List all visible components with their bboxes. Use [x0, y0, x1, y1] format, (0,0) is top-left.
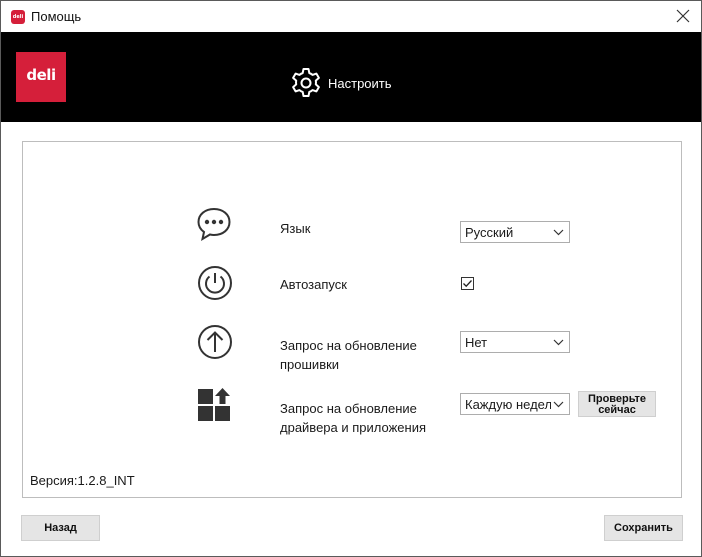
close-button[interactable] [673, 5, 693, 27]
window-title: Помощь [31, 9, 82, 24]
firmware-select-value: Нет [465, 335, 488, 350]
autostart-label: Автозапуск [280, 277, 347, 292]
close-icon [676, 9, 690, 23]
chevron-down-icon [553, 339, 564, 346]
nav-settings-label: Настроить [328, 75, 392, 91]
firmware-label-line1: Запрос на обновление [280, 338, 417, 353]
autostart-checkbox[interactable] [461, 277, 474, 290]
check-now-line2: сейчас [598, 404, 636, 416]
language-select[interactable]: Русский [460, 221, 570, 243]
chevron-down-icon [553, 401, 564, 408]
language-label: Язык [280, 221, 311, 236]
driver-label-line1: Запрос на обновление [280, 401, 417, 416]
language-select-value: Русский [465, 225, 514, 240]
brand-logo-text: deli [26, 66, 56, 84]
firmware-select[interactable]: Нет [460, 331, 570, 353]
firmware-label-line2: прошивки [280, 357, 340, 372]
brand-logo: deli [16, 52, 66, 102]
firmware-label: Запрос на обновление прошивки [280, 336, 417, 374]
header-bar: deli Настроить [1, 32, 701, 122]
nav-settings[interactable]: Настроить [290, 67, 392, 99]
driver-label: Запрос на обновление драйвера и приложен… [280, 399, 426, 437]
title-bar: deli Помощь [1, 1, 701, 32]
settings-panel [22, 141, 682, 498]
app-logo-icon: deli [11, 10, 25, 24]
gear-icon [292, 68, 320, 97]
back-button[interactable]: Назад [21, 515, 100, 541]
chat-bubble-icon [197, 207, 231, 242]
driver-select[interactable]: Каждую недел [460, 393, 570, 415]
chevron-down-icon [553, 229, 564, 236]
apps-update-icon [198, 388, 230, 421]
driver-label-line2: драйвера и приложения [280, 420, 426, 435]
check-now-button[interactable]: Проверьте сейчас [578, 391, 656, 417]
version-text: Версия:1.2.8_INT [30, 473, 135, 488]
arrow-up-circle-icon [198, 325, 232, 359]
power-icon [198, 266, 232, 300]
checkmark-icon [463, 280, 472, 288]
driver-select-value: Каждую недел [465, 397, 551, 412]
help-window: deli Помощь deli Настроить Язык Русский [0, 0, 702, 557]
save-button[interactable]: Сохранить [604, 515, 683, 541]
